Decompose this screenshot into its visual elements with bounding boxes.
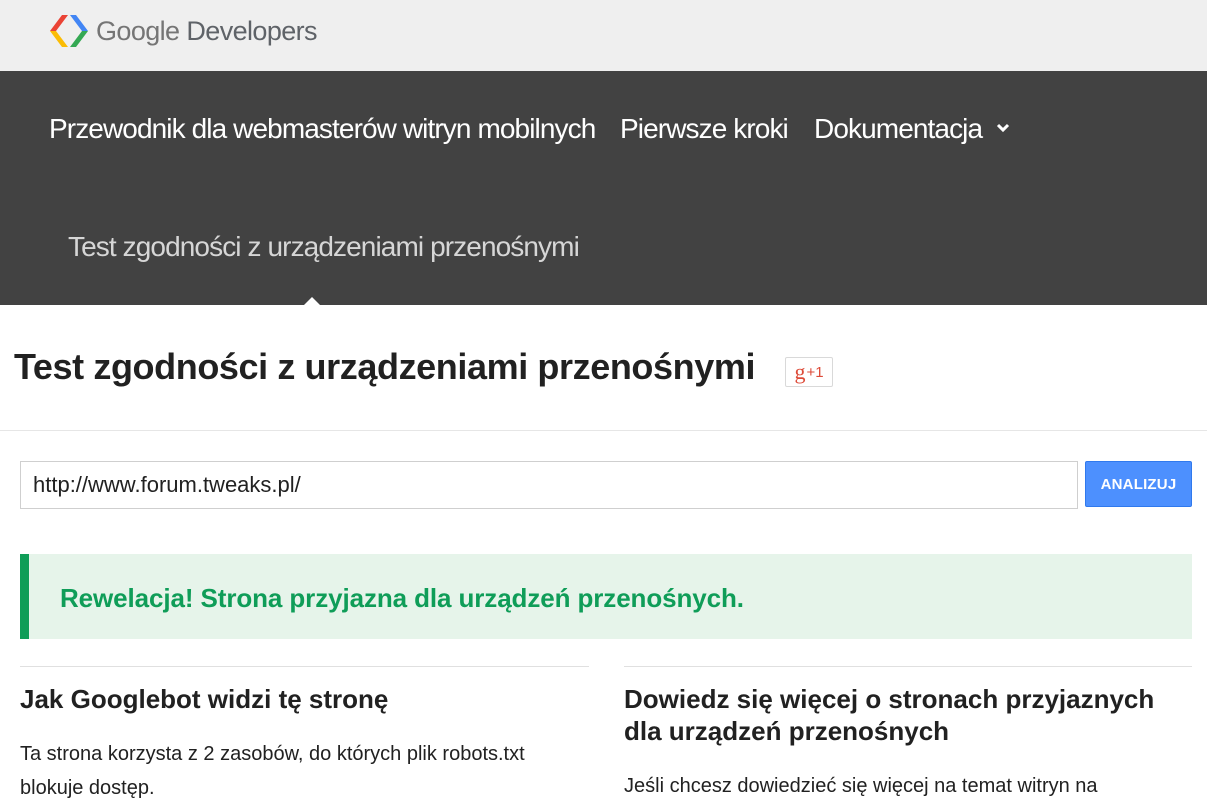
analyze-button[interactable]: ANALIZUJ xyxy=(1085,461,1192,507)
subnav-item-mobile-test[interactable]: Test zgodności z urządzeniami przenośnym… xyxy=(68,231,580,263)
nav-site-title[interactable]: Przewodnik dla webmasterów witryn mobiln… xyxy=(49,113,596,145)
logo-google-text: Google xyxy=(96,16,180,46)
gplus-label: +1 xyxy=(806,363,824,381)
url-input[interactable] xyxy=(20,461,1078,509)
result-banner: Rewelacja! Strona przyjazna dla urządzeń… xyxy=(20,554,1192,639)
nav-link-documentation[interactable]: Dokumentacja xyxy=(814,113,1010,145)
chevron-down-icon xyxy=(997,123,1010,133)
google-developers-logo[interactable]: Google Developers xyxy=(48,13,318,49)
logo-developers-text: Developers xyxy=(186,16,317,46)
gplus-button[interactable]: g +1 xyxy=(785,357,833,387)
learn-more-heading: Dowiedz się więcej o stronach przyjaznyc… xyxy=(624,684,1155,746)
logo-wordmark: Google Developers xyxy=(96,13,318,49)
left-column-divider xyxy=(20,666,589,667)
google-developers-logo-icon xyxy=(50,15,88,47)
gplus-icon: g xyxy=(794,359,806,384)
top-bar: Google Developers xyxy=(0,0,1207,71)
main-nav: Przewodnik dla webmasterów witryn mobiln… xyxy=(0,71,1207,305)
nav-link-getting-started[interactable]: Pierwsze kroki xyxy=(620,113,789,145)
active-tab-caret xyxy=(304,297,320,305)
divider xyxy=(0,430,1207,431)
right-column-divider xyxy=(624,666,1192,667)
learn-more-text: Jeśli chcesz dowiedzieć się więcej na te… xyxy=(624,775,1098,797)
result-message: Rewelacja! Strona przyjazna dla urządzeń… xyxy=(60,583,744,613)
nav-link-documentation-label: Dokumentacja xyxy=(814,113,983,144)
googlebot-view-text: Ta strona korzysta z 2 zasobów, do który… xyxy=(20,743,525,799)
googlebot-view-heading: Jak Googlebot widzi tę stronę xyxy=(20,684,389,714)
page-title: Test zgodności z urządzeniami przenośnym… xyxy=(14,346,756,387)
